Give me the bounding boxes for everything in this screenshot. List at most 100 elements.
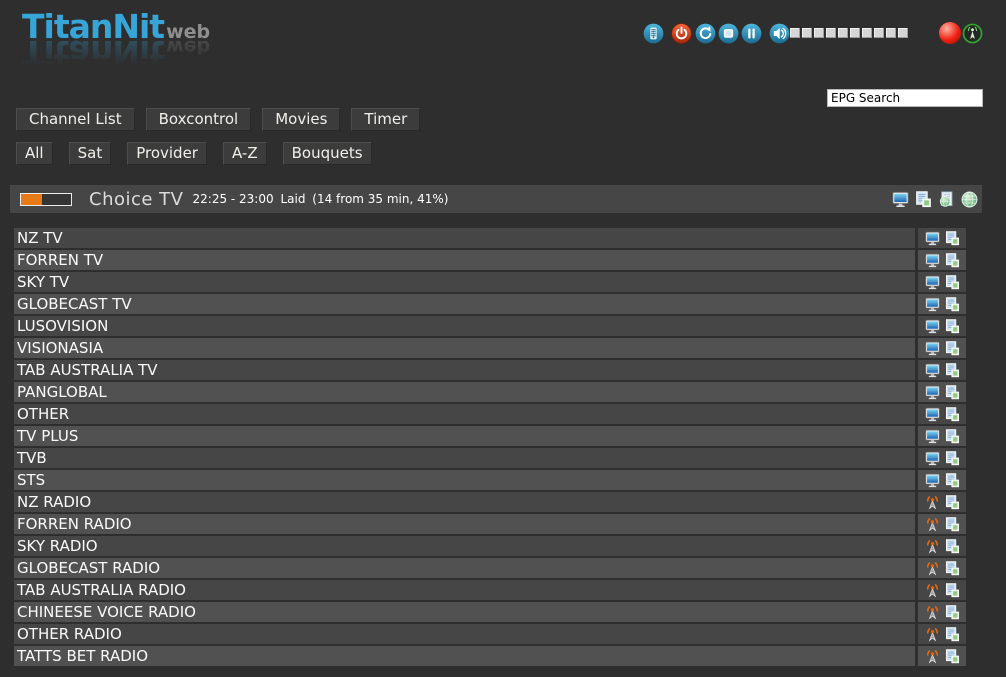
tab-timer[interactable]: Timer bbox=[351, 108, 420, 131]
filter-all[interactable]: All bbox=[16, 142, 53, 165]
channel-name[interactable]: GLOBECAST TV bbox=[14, 294, 915, 314]
zap-button[interactable] bbox=[925, 451, 940, 466]
channel-name[interactable]: TAB AUSTRALIA RADIO bbox=[14, 580, 915, 600]
zap-button[interactable] bbox=[925, 363, 940, 378]
channel-name[interactable]: LUSOVISION bbox=[14, 316, 915, 336]
epg-button[interactable] bbox=[945, 451, 960, 466]
zap-button[interactable] bbox=[925, 231, 940, 246]
channel-row[interactable]: FORREN RADIO bbox=[14, 514, 966, 534]
epg-button[interactable] bbox=[945, 297, 960, 312]
channel-row[interactable]: VISIONASIA bbox=[14, 338, 966, 358]
channel-name[interactable]: GLOBECAST RADIO bbox=[14, 558, 915, 578]
channel-row[interactable]: STS bbox=[14, 470, 966, 490]
volume-segment[interactable] bbox=[898, 28, 908, 38]
channel-row[interactable]: PANGLOBAL bbox=[14, 382, 966, 402]
channel-name[interactable]: NZ RADIO bbox=[14, 492, 915, 512]
zap-button[interactable] bbox=[925, 385, 940, 400]
pause-button[interactable] bbox=[741, 23, 762, 44]
channel-name[interactable]: SKY RADIO bbox=[14, 536, 915, 556]
volume-segment[interactable] bbox=[850, 28, 860, 38]
channel-name[interactable]: TAB AUSTRALIA TV bbox=[14, 360, 915, 380]
epg-button[interactable] bbox=[945, 473, 960, 488]
zap-button[interactable] bbox=[925, 253, 940, 268]
zap-button[interactable] bbox=[925, 517, 940, 532]
channel-row[interactable]: TV PLUS bbox=[14, 426, 966, 446]
volume-segment[interactable] bbox=[874, 28, 884, 38]
channel-row[interactable]: SKY TV bbox=[14, 272, 966, 292]
zap-button[interactable] bbox=[925, 627, 940, 642]
screen-button[interactable] bbox=[892, 191, 909, 208]
channel-name[interactable]: CHINEESE VOICE RADIO bbox=[14, 602, 915, 622]
channel-row[interactable]: TVB bbox=[14, 448, 966, 468]
volume-segment[interactable] bbox=[814, 28, 824, 38]
channel-name[interactable]: VISIONASIA bbox=[14, 338, 915, 358]
channel-row[interactable]: CHINEESE VOICE RADIO bbox=[14, 602, 966, 622]
filter-a-z[interactable]: A-Z bbox=[223, 142, 267, 165]
zap-button[interactable] bbox=[925, 649, 940, 664]
epg-button[interactable] bbox=[945, 495, 960, 510]
channel-row[interactable]: OTHER RADIO bbox=[14, 624, 966, 644]
volume-button[interactable] bbox=[769, 23, 790, 44]
zap-button[interactable] bbox=[925, 561, 940, 576]
zap-button[interactable] bbox=[925, 539, 940, 554]
epg-button[interactable] bbox=[945, 275, 960, 290]
zap-button[interactable] bbox=[925, 341, 940, 356]
channel-row[interactable]: SKY RADIO bbox=[14, 536, 966, 556]
epg-button[interactable] bbox=[945, 407, 960, 422]
channel-name[interactable]: FORREN TV bbox=[14, 250, 915, 270]
stream-web-button[interactable] bbox=[961, 191, 978, 208]
zap-button[interactable] bbox=[925, 319, 940, 334]
channel-name[interactable]: FORREN RADIO bbox=[14, 514, 915, 534]
filter-sat[interactable]: Sat bbox=[69, 142, 112, 165]
epg-button[interactable] bbox=[945, 539, 960, 554]
refresh-button[interactable] bbox=[695, 23, 716, 44]
channel-row[interactable]: LUSOVISION bbox=[14, 316, 966, 336]
epg-button[interactable] bbox=[945, 429, 960, 444]
tab-boxcontrol[interactable]: Boxcontrol bbox=[146, 108, 252, 131]
volume-segment[interactable] bbox=[838, 28, 848, 38]
zap-button[interactable] bbox=[925, 429, 940, 444]
channel-name[interactable]: TATTS BET RADIO bbox=[14, 646, 915, 666]
filter-bouquets[interactable]: Bouquets bbox=[283, 142, 372, 165]
epg-button[interactable] bbox=[945, 385, 960, 400]
tab-channel-list[interactable]: Channel List bbox=[16, 108, 135, 131]
epg-button[interactable] bbox=[945, 319, 960, 334]
zap-button[interactable] bbox=[925, 407, 940, 422]
epg-search-input[interactable] bbox=[827, 89, 983, 107]
tab-movies[interactable]: Movies bbox=[262, 108, 340, 131]
epg-button[interactable] bbox=[945, 341, 960, 356]
power-button[interactable] bbox=[671, 23, 692, 44]
channel-name[interactable]: TVB bbox=[14, 448, 915, 468]
epg-button[interactable] bbox=[945, 627, 960, 642]
remote-control-button[interactable] bbox=[643, 23, 664, 44]
channel-name[interactable]: OTHER bbox=[14, 404, 915, 424]
volume-segment[interactable] bbox=[826, 28, 836, 38]
epg-button[interactable] bbox=[945, 605, 960, 620]
stream-button[interactable] bbox=[962, 23, 983, 44]
volume-segment[interactable] bbox=[886, 28, 896, 38]
channel-row[interactable]: NZ TV bbox=[14, 228, 966, 248]
channel-row[interactable]: GLOBECAST TV bbox=[14, 294, 966, 314]
epg-button[interactable] bbox=[945, 583, 960, 598]
channel-name[interactable]: SKY TV bbox=[14, 272, 915, 292]
epg-button[interactable] bbox=[945, 253, 960, 268]
channel-row[interactable]: OTHER bbox=[14, 404, 966, 424]
channel-row[interactable]: FORREN TV bbox=[14, 250, 966, 270]
zap-button[interactable] bbox=[925, 495, 940, 510]
zap-button[interactable] bbox=[925, 297, 940, 312]
epg-web-button[interactable] bbox=[938, 191, 955, 208]
epg-button[interactable] bbox=[945, 231, 960, 246]
zap-button[interactable] bbox=[925, 473, 940, 488]
filter-provider[interactable]: Provider bbox=[127, 142, 207, 165]
channel-name[interactable]: NZ TV bbox=[14, 228, 915, 248]
channel-name[interactable]: TV PLUS bbox=[14, 426, 915, 446]
zap-button[interactable] bbox=[925, 583, 940, 598]
epg-button[interactable] bbox=[945, 517, 960, 532]
zap-button[interactable] bbox=[925, 275, 940, 290]
volume-segment[interactable] bbox=[802, 28, 812, 38]
epg-button[interactable] bbox=[945, 561, 960, 576]
epg-list-button[interactable] bbox=[915, 191, 932, 208]
channel-row[interactable]: NZ RADIO bbox=[14, 492, 966, 512]
channel-row[interactable]: TAB AUSTRALIA TV bbox=[14, 360, 966, 380]
zap-button[interactable] bbox=[925, 605, 940, 620]
